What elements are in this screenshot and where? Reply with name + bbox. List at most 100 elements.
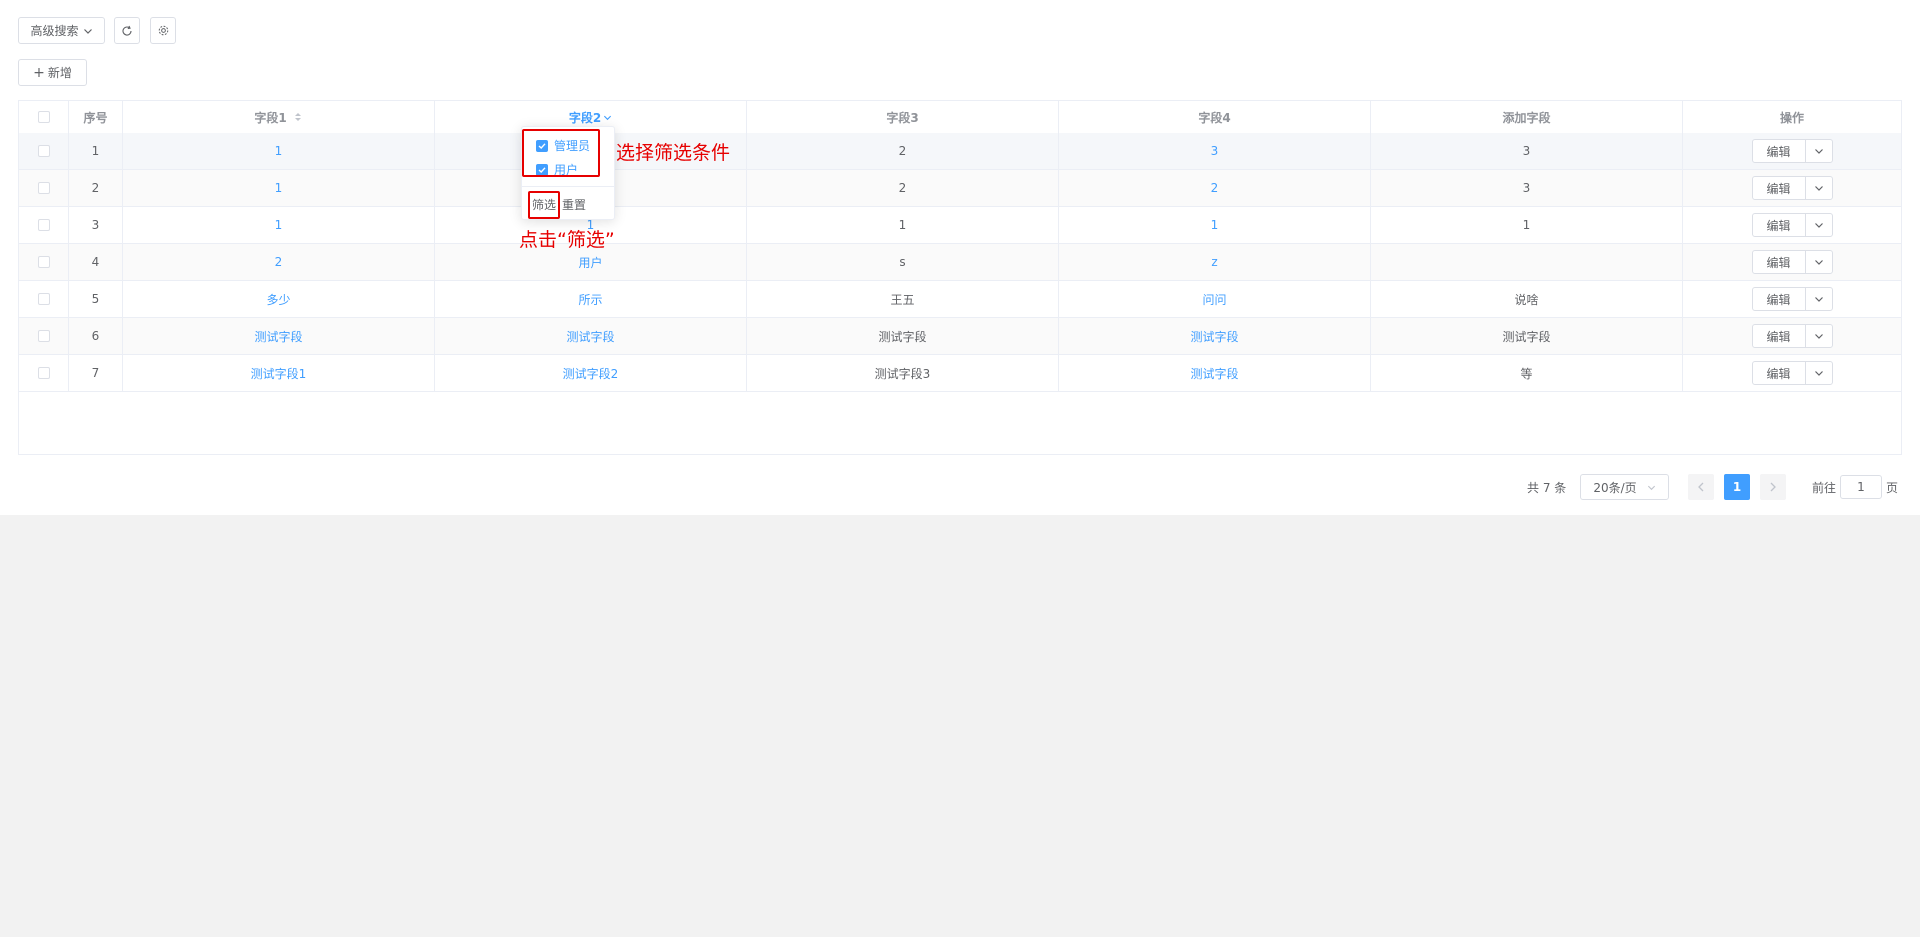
- row-checkbox[interactable]: [37, 293, 50, 305]
- table-cell: 测试字段: [747, 318, 1059, 354]
- edit-button[interactable]: 编辑: [1753, 140, 1806, 162]
- cell-f1[interactable]: 1: [275, 181, 283, 195]
- chevron-down-icon: [1814, 186, 1823, 191]
- edit-split-button[interactable]: 编辑: [1751, 287, 1833, 311]
- edit-button[interactable]: 编辑: [1753, 214, 1806, 236]
- chevron-down-icon: [1647, 485, 1655, 490]
- table-cell: 1: [747, 207, 1059, 243]
- table-cell: 6: [69, 318, 123, 354]
- cell-f4[interactable]: 1: [1211, 218, 1219, 232]
- edit-more-button[interactable]: [1806, 251, 1832, 273]
- edit-more-button[interactable]: [1806, 325, 1832, 347]
- edit-button[interactable]: 编辑: [1753, 362, 1806, 384]
- edit-more-button[interactable]: [1806, 177, 1832, 199]
- filter-chevron-icon[interactable]: [603, 113, 612, 122]
- header-field3: 字段3: [747, 101, 1059, 133]
- chevron-down-icon: [1814, 149, 1823, 154]
- header-field4: 字段4: [1059, 101, 1371, 133]
- prev-page-button[interactable]: [1688, 474, 1714, 500]
- row-checkbox[interactable]: [37, 367, 50, 379]
- edit-more-button[interactable]: [1806, 288, 1832, 310]
- header-field1[interactable]: 字段1: [123, 101, 435, 133]
- goto-page-input[interactable]: [1840, 475, 1882, 499]
- advanced-search-label: 高级搜索: [30, 24, 79, 38]
- edit-more-button[interactable]: [1806, 214, 1832, 236]
- table-cell: 4: [69, 244, 123, 280]
- header-index: 序号: [69, 101, 123, 133]
- table-cell: 测试字段1: [123, 355, 435, 391]
- refresh-button[interactable]: [114, 17, 140, 44]
- page-number-current[interactable]: 1: [1724, 474, 1750, 500]
- edit-split-button[interactable]: 编辑: [1751, 250, 1833, 274]
- table-cell: 2: [747, 170, 1059, 206]
- cell-f4[interactable]: 3: [1211, 144, 1219, 158]
- row-checkbox[interactable]: [37, 182, 50, 194]
- row-checkbox[interactable]: [37, 219, 50, 231]
- row-operations: 编辑: [1683, 318, 1901, 354]
- cell-f2[interactable]: 测试字段2: [563, 365, 619, 382]
- row-checkbox[interactable]: [37, 330, 50, 342]
- row-operations: 编辑: [1683, 170, 1901, 206]
- edit-split-button[interactable]: 编辑: [1751, 139, 1833, 163]
- edit-more-button[interactable]: [1806, 140, 1832, 162]
- table-row: 7 测试字段1 测试字段2 测试字段3 测试字段 等 编辑: [19, 355, 1901, 392]
- advanced-search-dropdown[interactable]: 高级搜索: [18, 17, 105, 44]
- cell-add: 3: [1522, 181, 1531, 195]
- row-checkbox[interactable]: [37, 145, 50, 157]
- cell-index: 3: [91, 218, 100, 232]
- row-operations: 编辑: [1683, 355, 1901, 391]
- cell-f2[interactable]: 测试字段: [566, 328, 614, 345]
- cell-f4[interactable]: 2: [1211, 181, 1219, 195]
- add-button[interactable]: + 新增: [18, 59, 87, 86]
- cell-f1[interactable]: 多少: [266, 291, 290, 308]
- chevron-down-icon: [1814, 371, 1823, 376]
- table-cell: 1: [123, 170, 435, 206]
- edit-button[interactable]: 编辑: [1753, 251, 1806, 273]
- cell-f4[interactable]: z: [1211, 255, 1217, 269]
- row-operations: 编辑: [1683, 244, 1901, 280]
- row-checkbox[interactable]: [37, 256, 50, 268]
- cell-f1[interactable]: 2: [275, 255, 283, 269]
- header-field2-label: 字段2: [568, 110, 602, 125]
- page-size-select[interactable]: 20条/页: [1580, 474, 1669, 500]
- filter-reset-button[interactable]: 重置: [562, 196, 586, 213]
- cell-f1[interactable]: 测试字段: [254, 328, 302, 345]
- annotation-box-options: [522, 129, 600, 177]
- cell-f1[interactable]: 1: [275, 144, 283, 158]
- cell-f4[interactable]: 问问: [1202, 291, 1226, 308]
- table-row: 3 1 1 1 1 1 编辑: [19, 207, 1901, 244]
- table-cell: 2: [1059, 170, 1371, 206]
- cell-index: 5: [91, 292, 100, 306]
- table-cell: 2: [69, 170, 123, 206]
- next-page-button[interactable]: [1760, 474, 1786, 500]
- sort-icon[interactable]: [293, 111, 303, 123]
- edit-button[interactable]: 编辑: [1753, 325, 1806, 347]
- cell-f4[interactable]: 测试字段: [1190, 328, 1238, 345]
- cell-f2[interactable]: 用户: [578, 254, 602, 271]
- table-cell: 7: [69, 355, 123, 391]
- select-all-checkbox[interactable]: [37, 111, 50, 123]
- settings-button[interactable]: [150, 17, 176, 44]
- edit-button[interactable]: 编辑: [1753, 288, 1806, 310]
- table-cell: 测试字段2: [435, 355, 747, 391]
- pagination-total: 共 7 条: [1527, 480, 1567, 495]
- header-operations: 操作: [1779, 110, 1804, 125]
- table-cell: 王五: [747, 281, 1059, 317]
- cell-f1[interactable]: 1: [275, 218, 283, 232]
- filter-divider: [522, 186, 614, 187]
- row-operations: 编辑: [1683, 207, 1901, 243]
- table-cell: 1: [1059, 207, 1371, 243]
- cell-f1[interactable]: 测试字段1: [251, 365, 307, 382]
- table-cell: 测试字段: [435, 318, 747, 354]
- table-cell: 测试字段: [1059, 318, 1371, 354]
- edit-split-button[interactable]: 编辑: [1751, 213, 1833, 237]
- cell-f4[interactable]: 测试字段: [1190, 365, 1238, 382]
- edit-split-button[interactable]: 编辑: [1751, 361, 1833, 385]
- cell-f3: s: [899, 255, 906, 269]
- edit-button[interactable]: 编辑: [1753, 177, 1806, 199]
- edit-more-button[interactable]: [1806, 362, 1832, 384]
- edit-split-button[interactable]: 编辑: [1751, 176, 1833, 200]
- table-cell: 测试字段: [123, 318, 435, 354]
- cell-f2[interactable]: 所示: [578, 291, 602, 308]
- edit-split-button[interactable]: 编辑: [1751, 324, 1833, 348]
